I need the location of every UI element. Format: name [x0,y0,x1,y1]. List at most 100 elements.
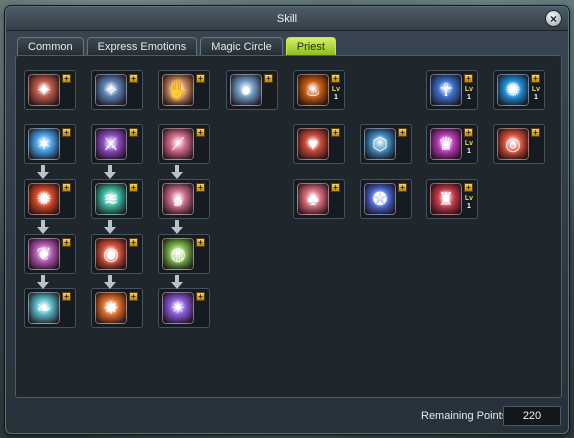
level-up-button[interactable]: + [129,128,138,137]
level-up-button[interactable]: + [196,128,205,137]
radiant-figure-icon[interactable]: ✺ [497,74,529,106]
skill-level: Lv 1 [464,86,474,101]
level-up-button[interactable]: + [331,128,340,137]
level-up-button[interactable]: + [331,74,340,83]
arrow-down-icon [171,220,183,234]
window-title: Skill [276,12,298,25]
skill-slot[interactable]: ✶ + [24,124,76,164]
skill-level: Lv 1 [464,195,474,210]
skill-slot[interactable]: ☥ + Lv 1 [426,70,478,110]
tab-common[interactable]: Common [17,37,84,55]
level-up-button[interactable]: + [331,183,340,192]
level-up-button[interactable]: + [62,292,71,301]
fire-aura-figure-icon[interactable]: ♨ [297,74,329,106]
spirit-wing-icon[interactable]: ❧ [28,292,60,324]
skill-panel: ✦ + ✧ + ✋ + ● + ♨ + Lv 1 ☥ + Lv 1 ✺ + Lv 1 ✶ + ⚔ + ⟋ + ✹ + ≋ +๑ + ❦ + ◉ + ◍… [15,55,562,398]
level-up-button[interactable]: + [464,74,473,83]
winged-emblem-icon[interactable]: ❦ [28,238,60,270]
level-up-button[interactable]: + [531,74,540,83]
level-up-button[interactable]: + [264,74,273,83]
skill-slot[interactable]: ♥ + [293,124,345,164]
level-up-button[interactable]: + [196,74,205,83]
skill-slot[interactable]: ✴ + [158,288,210,328]
skill-slot[interactable]: ⚔ + [91,124,143,164]
skill-slot[interactable]: ♨ + Lv 1 [293,70,345,110]
blue-sigil-icon[interactable]: ✪ [364,183,396,215]
skill-slot[interactable]: ✺ + Lv 1 [493,70,545,110]
level-up-button[interactable]: + [62,74,71,83]
skill-slot[interactable]: ♣ + [293,179,345,219]
level-up-button[interactable]: + [464,183,473,192]
skill-slot[interactable]: ◍ + [158,234,210,274]
purple-nova-icon[interactable]: ✴ [162,292,194,324]
light-orb-icon[interactable]: ● [230,74,262,106]
tab-magic-circle[interactable]: Magic Circle [200,37,283,55]
skill-slot[interactable]: ● + [226,70,278,110]
skill-slot[interactable]: ♛ + Lv 1 [426,124,478,164]
fire-burst-icon[interactable]: ✸ [95,292,127,324]
skill-slot[interactable]: ≋ + [91,179,143,219]
arrow-down-icon [104,275,116,289]
skill-slot[interactable]: ⬡ + [360,124,412,164]
arrow-down-icon [37,275,49,289]
praying-figure-icon[interactable]: ✧ [95,74,127,106]
skill-slot[interactable]: ✸ + [91,288,143,328]
green-sphere-icon[interactable]: ◍ [162,238,194,270]
slash-strike-icon[interactable]: ⟋ [162,128,194,160]
skill-slot[interactable]: ❧ + [24,288,76,328]
title-bar[interactable]: Skill × [6,7,568,31]
tab-bar: Common Express Emotions Magic Circle Pri… [17,37,336,55]
holy-sword-icon[interactable]: ⚔ [95,128,127,160]
flame-star-icon[interactable]: ✹ [28,183,60,215]
skill-slot[interactable]: ⟋ + [158,124,210,164]
skill-slot[interactable]: ◎ + [493,124,545,164]
level-up-button[interactable]: + [129,238,138,247]
skill-slot[interactable]: ✧ + [91,70,143,110]
level-up-button[interactable]: + [196,183,205,192]
heart-icon[interactable]: ♥ [297,128,329,160]
level-up-button[interactable]: + [62,128,71,137]
level-up-button[interactable]: + [129,183,138,192]
holy-light-figure-icon[interactable]: ☥ [430,74,462,106]
level-up-button[interactable]: + [196,292,205,301]
skill-slot[interactable]: ✹ + [24,179,76,219]
level-up-button[interactable]: + [62,238,71,247]
holy-tree-icon[interactable]: ♣ [297,183,329,215]
tab-priest[interactable]: Priest [285,37,336,55]
level-up-button[interactable]: + [62,183,71,192]
red-orb-icon[interactable]: ◉ [95,238,127,270]
skill-window: Skill × Common Express Emotions Magic Ci… [5,6,569,434]
tab-express-emotions[interactable]: Express Emotions [86,37,198,55]
winged-crest-icon[interactable]: ♛ [430,128,462,160]
skill-slot[interactable]: ◉ + [91,234,143,274]
arrow-down-icon [37,220,49,234]
close-icon: × [549,11,557,26]
arrow-down-icon [104,165,116,179]
skill-slot[interactable]: ๑ + [158,179,210,219]
skill-slot[interactable]: ♜ + Lv 1 [426,179,478,219]
skill-slot[interactable]: ✦ + [24,70,76,110]
skill-slot[interactable]: ✪ + [360,179,412,219]
level-up-button[interactable]: + [398,183,407,192]
light-burst-icon[interactable]: ✶ [28,128,60,160]
triple-spiral-icon[interactable]: ๑ [162,183,194,215]
skill-level: Lv 1 [331,86,341,101]
level-up-button[interactable]: + [129,292,138,301]
arrow-down-icon [171,275,183,289]
skill-slot[interactable]: ❦ + [24,234,76,274]
level-up-button[interactable]: + [531,128,540,137]
green-wave-icon[interactable]: ≋ [95,183,127,215]
arrow-down-icon [37,165,49,179]
red-glow-icon[interactable]: ◎ [497,128,529,160]
close-button[interactable]: × [545,10,562,27]
level-up-button[interactable]: + [196,238,205,247]
blessing-hand-icon[interactable]: ✋ [162,74,194,106]
skill-slot[interactable]: ✋ + [158,70,210,110]
level-up-button[interactable]: + [398,128,407,137]
level-up-button[interactable]: + [129,74,138,83]
level-up-button[interactable]: + [464,128,473,137]
guardian-figure-icon[interactable]: ✦ [28,74,60,106]
blue-shield-icon[interactable]: ⬡ [364,128,396,160]
white-crest-icon[interactable]: ♜ [430,183,462,215]
arrow-down-icon [171,165,183,179]
